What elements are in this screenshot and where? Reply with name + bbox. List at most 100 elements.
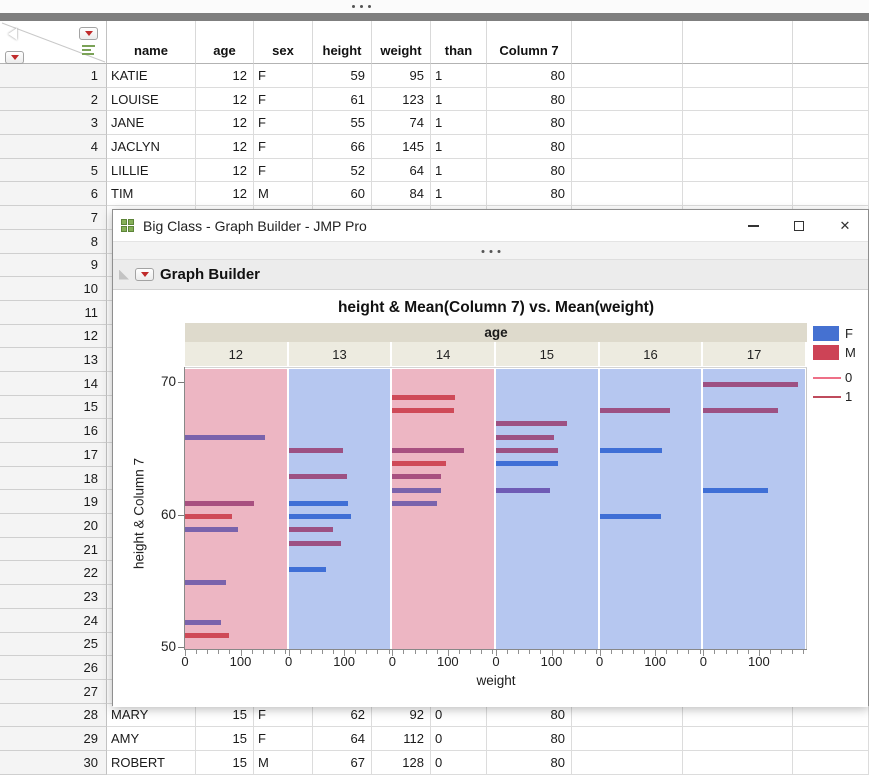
column-header-sex[interactable]: sex [254, 21, 313, 64]
bar-age13-h60[interactable] [288, 514, 351, 519]
row-number-cell[interactable]: 6 [0, 182, 107, 207]
bar-age14-h64[interactable] [392, 461, 447, 466]
bar-age15-h67[interactable] [496, 421, 568, 427]
table-cell[interactable]: F [254, 64, 313, 88]
panel-label-age-16[interactable]: 16 [599, 342, 702, 366]
table-cell[interactable]: 67 [313, 750, 372, 775]
table-cell[interactable]: 12 [196, 135, 254, 159]
table-cell[interactable]: 0 [431, 703, 487, 728]
table-cell[interactable]: LILLIE [107, 158, 196, 183]
table-cell[interactable]: 0 [431, 727, 487, 751]
bar-age13-h65[interactable] [288, 447, 344, 453]
column-header-name[interactable]: name [107, 21, 196, 64]
row-number-cell[interactable]: 25 [0, 632, 107, 657]
table-cell[interactable]: KATIE [107, 64, 196, 88]
table-cell[interactable] [683, 87, 793, 112]
table-cell[interactable]: 92 [372, 703, 431, 728]
table-cell[interactable]: 80 [487, 64, 572, 88]
panel-label-age-12[interactable]: 12 [185, 342, 287, 366]
table-cell[interactable]: 123 [372, 87, 431, 112]
bar-age13-h56[interactable] [288, 567, 326, 572]
legend-item-1[interactable]: 1 [813, 389, 852, 404]
row-number-cell[interactable]: 5 [0, 158, 107, 183]
column-header-empty-9[interactable] [793, 21, 869, 64]
legend-item-F[interactable]: F [813, 326, 853, 341]
table-cell[interactable] [683, 64, 793, 88]
close-button[interactable]: ✕ [822, 210, 868, 241]
row-number-cell[interactable]: 10 [0, 277, 107, 301]
toolbar-ellipsis[interactable] [481, 250, 500, 253]
table-cell[interactable]: 64 [372, 158, 431, 183]
bar-age13-h63[interactable] [288, 474, 347, 480]
table-cell[interactable]: 1 [431, 64, 487, 88]
table-cell[interactable]: 112 [372, 727, 431, 751]
rows-menu-button[interactable] [5, 51, 24, 64]
table-cell[interactable] [572, 87, 683, 112]
table-cell[interactable] [572, 727, 683, 751]
table-cell[interactable]: 80 [487, 158, 572, 183]
bar-age13-h58[interactable] [288, 540, 342, 546]
table-cell[interactable]: F [254, 158, 313, 183]
table-cell[interactable]: 145 [372, 135, 431, 159]
table-cell[interactable] [793, 135, 869, 159]
table-cell[interactable]: F [254, 135, 313, 159]
table-cell[interactable]: 74 [372, 111, 431, 136]
table-cell[interactable]: 80 [487, 87, 572, 112]
bar-age15-h65[interactable] [496, 447, 558, 453]
legend-item-0[interactable]: 0 [813, 370, 852, 385]
column-header-than[interactable]: than [431, 21, 487, 64]
table-cell[interactable]: 62 [313, 703, 372, 728]
plot-area[interactable] [185, 367, 807, 649]
table-cell[interactable]: 15 [196, 703, 254, 728]
row-number-cell[interactable]: 11 [0, 300, 107, 325]
row-number-cell[interactable]: 24 [0, 608, 107, 633]
table-cell[interactable]: 1 [431, 182, 487, 207]
table-cell[interactable] [683, 727, 793, 751]
table-cell[interactable] [683, 111, 793, 136]
table-cell[interactable]: 80 [487, 111, 572, 136]
row-number-cell[interactable]: 28 [0, 703, 107, 728]
table-cell[interactable]: F [254, 111, 313, 136]
table-cell[interactable]: 80 [487, 727, 572, 751]
row-number-cell[interactable]: 4 [0, 135, 107, 159]
table-cell[interactable]: ROBERT [107, 750, 196, 775]
table-cell[interactable] [793, 703, 869, 728]
window-titlebar[interactable]: Big Class - Graph Builder - JMP Pro ✕ [113, 210, 868, 241]
table-cell[interactable]: F [254, 727, 313, 751]
bar-age13-h61[interactable] [288, 500, 349, 506]
bar-age17-h62[interactable] [703, 487, 768, 493]
table-cell[interactable] [683, 135, 793, 159]
table-cell[interactable] [683, 703, 793, 728]
row-number-cell[interactable]: 23 [0, 585, 107, 609]
table-cell[interactable]: 61 [313, 87, 372, 112]
table-cell[interactable] [683, 182, 793, 207]
table-cell[interactable] [572, 135, 683, 159]
table-cell[interactable]: 80 [487, 750, 572, 775]
table-cell[interactable] [572, 158, 683, 183]
row-number-cell[interactable]: 27 [0, 679, 107, 704]
table-cell[interactable]: F [254, 87, 313, 112]
table-cell[interactable]: 59 [313, 64, 372, 88]
row-number-cell[interactable]: 26 [0, 656, 107, 680]
row-number-cell[interactable]: 29 [0, 727, 107, 751]
row-number-cell[interactable]: 13 [0, 348, 107, 372]
group-axis-header[interactable]: age [185, 323, 807, 342]
table-cell[interactable] [793, 727, 869, 751]
table-cell[interactable] [793, 750, 869, 775]
row-number-cell[interactable]: 1 [0, 64, 107, 88]
bar-age14-h68[interactable] [392, 408, 455, 413]
table-cell[interactable]: LOUISE [107, 87, 196, 112]
bar-age15-h64[interactable] [496, 461, 559, 466]
row-number-cell[interactable]: 8 [0, 229, 107, 254]
row-number-cell[interactable]: 12 [0, 324, 107, 349]
columns-menu-button[interactable] [79, 27, 98, 40]
table-cell[interactable]: 12 [196, 87, 254, 112]
table-cell[interactable] [793, 64, 869, 88]
bar-age15-h66[interactable] [496, 434, 555, 440]
row-number-cell[interactable]: 18 [0, 466, 107, 491]
table-cell[interactable]: 1 [431, 111, 487, 136]
table-cell[interactable]: 60 [313, 182, 372, 207]
row-number-cell[interactable]: 16 [0, 419, 107, 443]
column-header-age[interactable]: age [196, 21, 254, 64]
bar-age12-h51[interactable] [185, 633, 229, 639]
